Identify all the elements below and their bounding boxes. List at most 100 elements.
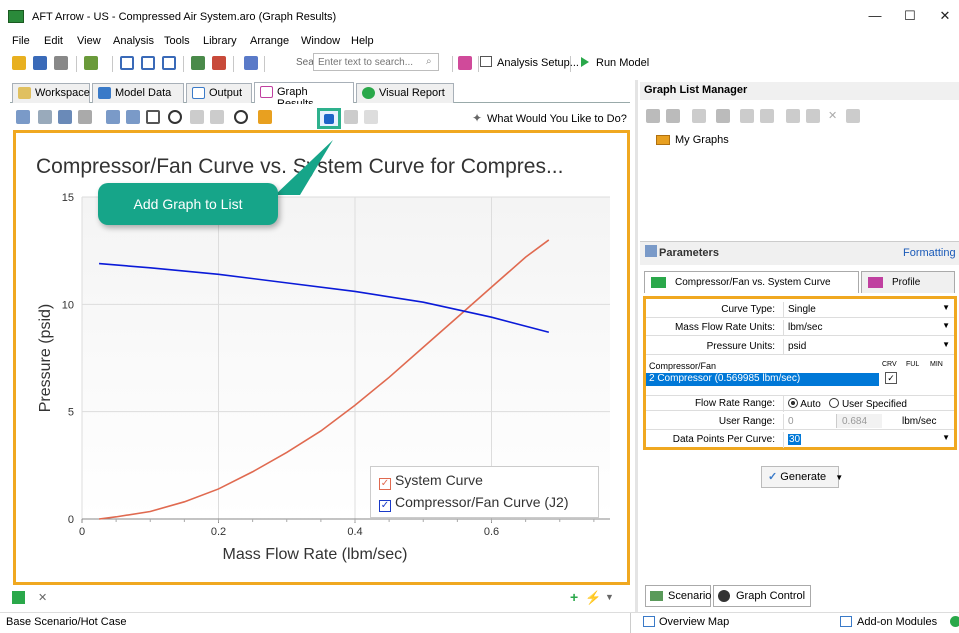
- menu-help[interactable]: Help: [351, 35, 374, 47]
- scale-icon[interactable]: [190, 110, 204, 124]
- y-tick-label: 15: [62, 192, 74, 204]
- rectangle-icon[interactable]: [210, 110, 224, 124]
- my-graphs-node[interactable]: My Graphs: [675, 134, 729, 146]
- network-icon[interactable]: [191, 56, 205, 70]
- delete-icon[interactable]: ✕: [828, 109, 837, 122]
- checkbox-icon[interactable]: [146, 110, 160, 124]
- format-icon[interactable]: [258, 110, 272, 124]
- graph-list-icon[interactable]: [716, 109, 730, 123]
- overview-map-button[interactable]: Overview Map: [659, 616, 729, 628]
- menu-view[interactable]: View: [77, 35, 101, 47]
- graph-icon: [260, 86, 273, 98]
- rename-icon[interactable]: [786, 109, 800, 123]
- tab-compressor-vs-system[interactable]: Compressor/Fan vs. System Curve: [644, 271, 859, 293]
- tab-graph-results[interactable]: Graph Results: [254, 82, 354, 110]
- data-points-label: Data Points Per Curve:: [672, 434, 775, 445]
- crv-checkbox[interactable]: ✓: [885, 372, 897, 384]
- export-icon[interactable]: [58, 110, 72, 124]
- lightning-icon[interactable]: ⚡: [585, 590, 601, 606]
- graph-tab-icon[interactable]: [12, 591, 25, 604]
- zoom-icon[interactable]: [234, 110, 248, 124]
- network-arrow-icon[interactable]: [212, 56, 226, 70]
- formatting-link[interactable]: Formatting >: [903, 247, 959, 259]
- run-model-button[interactable]: Run Model: [596, 57, 649, 69]
- split-horizontal-icon[interactable]: [162, 56, 176, 70]
- menu-edit[interactable]: Edit: [44, 35, 63, 47]
- close-graph-tab-icon[interactable]: ✕: [38, 591, 47, 604]
- menu-library[interactable]: Library: [203, 35, 237, 47]
- search-input[interactable]: [313, 53, 439, 71]
- maximize-button[interactable]: ☐: [890, 4, 930, 28]
- menu-arrange[interactable]: Arrange: [250, 35, 289, 47]
- graph-list-icon[interactable]: [666, 109, 680, 123]
- tab-profile[interactable]: Profile: [861, 271, 955, 293]
- print-icon[interactable]: [54, 56, 68, 70]
- mass-units-row: Mass Flow Rate Units: lbm/sec ▼: [646, 320, 954, 336]
- report-icon[interactable]: [244, 56, 258, 70]
- tab-output[interactable]: Output: [186, 83, 252, 103]
- move-down-icon[interactable]: [760, 109, 774, 123]
- close-button[interactable]: ✕: [925, 4, 959, 28]
- crosshair-icon[interactable]: [168, 110, 182, 124]
- toolbar-separator: [233, 56, 234, 72]
- menu-window[interactable]: Window: [301, 35, 340, 47]
- auto-label: Auto: [800, 399, 821, 410]
- legend-checkbox[interactable]: ✓: [379, 500, 391, 512]
- graph-list-manager-header: Graph List Manager: [640, 82, 959, 100]
- tab-scenario[interactable]: Scenario: [645, 585, 711, 607]
- menu-tools[interactable]: Tools: [164, 35, 190, 47]
- open-icon[interactable]: [12, 56, 26, 70]
- add-tab-icon[interactable]: +: [570, 589, 578, 605]
- analysis-setup-button[interactable]: Analysis Setup...: [497, 57, 579, 69]
- split-vertical-icon[interactable]: [141, 56, 155, 70]
- flask-icon[interactable]: [458, 56, 472, 70]
- compressor-row[interactable]: 2 Compressor (0.569985 lbm/sec): [646, 373, 879, 386]
- copy-icon[interactable]: [84, 56, 98, 70]
- menu-file[interactable]: File: [12, 35, 30, 47]
- user-specified-radio[interactable]: [829, 398, 840, 408]
- curve-type-select[interactable]: Single ▼: [783, 302, 954, 318]
- tab-label: Output: [209, 87, 243, 99]
- minimize-button[interactable]: —: [855, 4, 895, 28]
- auto-radio[interactable]: [788, 398, 798, 408]
- legend-icon[interactable]: [126, 110, 140, 124]
- graph-list-icon[interactable]: [646, 109, 660, 123]
- mass-units-select[interactable]: lbm/sec ▼: [783, 320, 954, 336]
- axis-icon[interactable]: [106, 110, 120, 124]
- flow-range-label: Flow Rate Range:: [694, 398, 775, 409]
- tab-graph-control[interactable]: Graph Control: [713, 585, 811, 607]
- copy-graph-icon[interactable]: [38, 110, 52, 124]
- graph-tool-icon[interactable]: [364, 110, 378, 124]
- pressure-units-select[interactable]: psid ▼: [783, 339, 954, 355]
- legend-label: Compressor/Fan Curve (J2): [395, 494, 569, 510]
- graph-tool-icon[interactable]: [344, 110, 358, 124]
- graph-tabs-bar: ✕ + ⚡ ▼: [10, 588, 630, 610]
- chart-legend: ✓ System Curve ✓ Compressor/Fan Curve (J2): [370, 466, 599, 518]
- user-range-min[interactable]: 0: [788, 416, 794, 427]
- graph-list-icon[interactable]: [692, 109, 706, 123]
- move-up-icon[interactable]: [740, 109, 754, 123]
- splitter[interactable]: [635, 80, 638, 613]
- search-icon[interactable]: ⌕: [426, 56, 432, 67]
- save-icon[interactable]: [33, 56, 47, 70]
- what-would-you-like-link[interactable]: What Would You Like to Do?: [487, 113, 627, 125]
- legend-item-compressor-curve[interactable]: ✓ Compressor/Fan Curve (J2): [379, 494, 569, 512]
- graph-icon[interactable]: [16, 110, 30, 124]
- tab-visual-report[interactable]: Visual Report: [356, 83, 454, 103]
- tab-workspace[interactable]: Workspace: [12, 83, 90, 103]
- copy-icon[interactable]: [806, 109, 820, 123]
- generate-button[interactable]: ✓ Generate ▼: [761, 466, 843, 488]
- pressure-units-label: Pressure Units:: [706, 341, 775, 352]
- tab-model-data[interactable]: Model Data: [92, 83, 184, 103]
- legend-item-system-curve[interactable]: ✓ System Curve: [379, 472, 483, 490]
- window-layout-icon[interactable]: [120, 56, 134, 70]
- addon-modules-button[interactable]: Add-on Modules: [857, 616, 937, 628]
- legend-checkbox[interactable]: ✓: [379, 478, 391, 490]
- menu-analysis[interactable]: Analysis: [113, 35, 154, 47]
- data-table-icon[interactable]: [78, 110, 92, 124]
- add-graph-to-list-button[interactable]: [317, 108, 341, 129]
- data-points-select[interactable]: 30 ▼: [783, 432, 954, 448]
- options-icon[interactable]: [846, 109, 860, 123]
- chevron-down-icon[interactable]: ▼: [605, 592, 614, 602]
- user-range-max[interactable]: 0.684: [842, 416, 867, 427]
